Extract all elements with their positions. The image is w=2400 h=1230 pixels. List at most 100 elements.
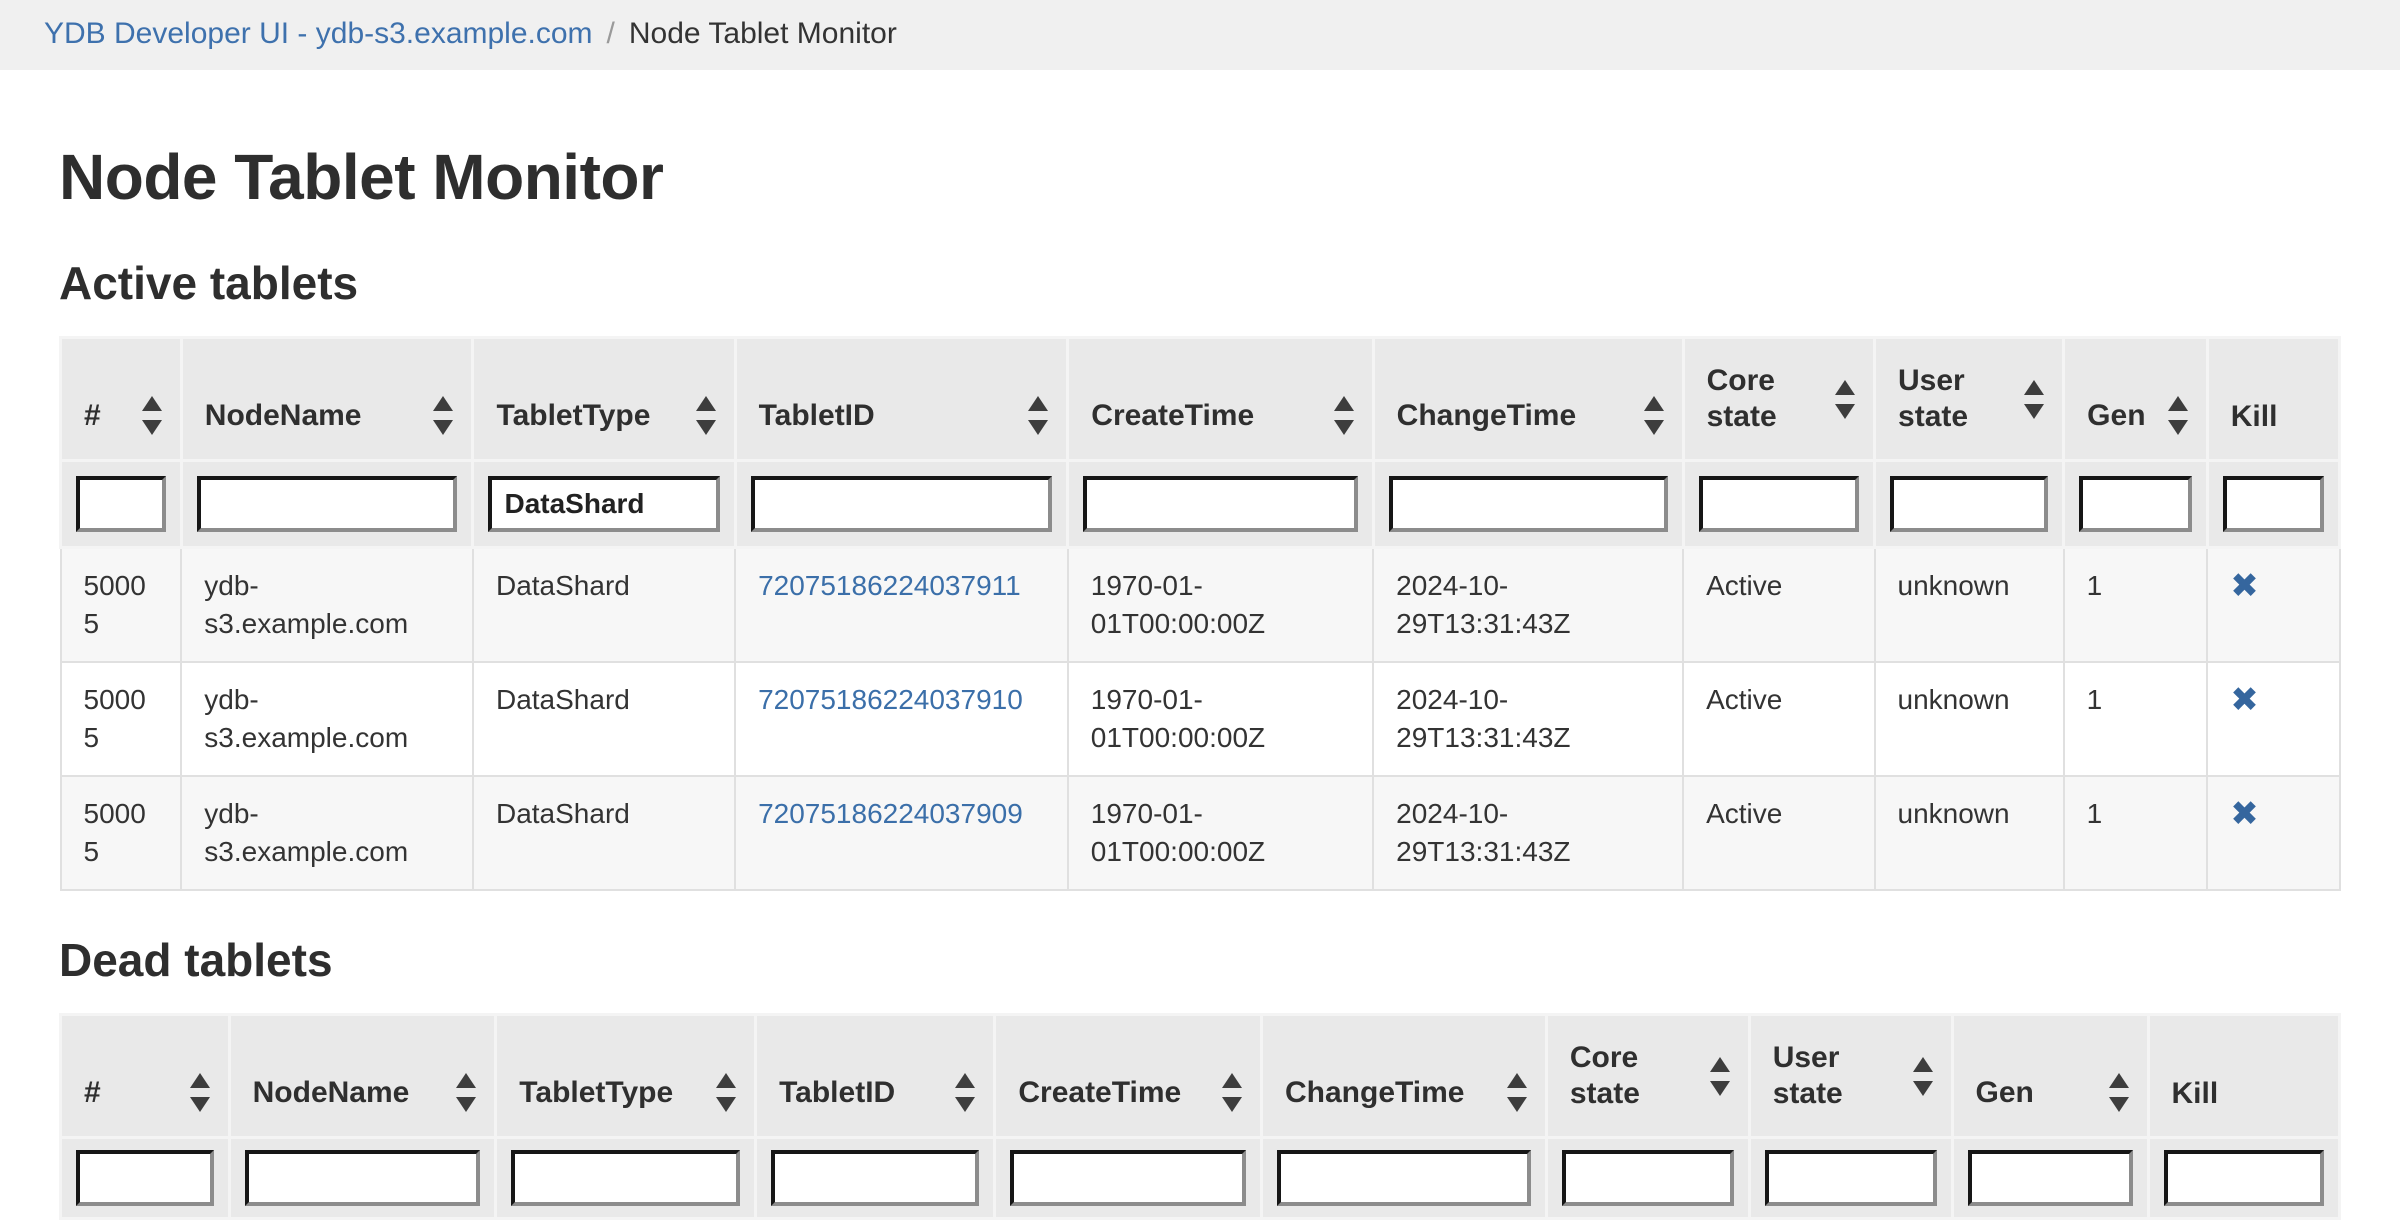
sort-icon	[2024, 380, 2044, 419]
cell-tablettype: DataShard	[473, 776, 735, 890]
filter-nodename-input[interactable]	[197, 476, 458, 532]
filter-changetime-input[interactable]	[1277, 1150, 1531, 1206]
kill-icon: ✖	[2230, 794, 2259, 834]
filter-nodename-input[interactable]	[245, 1150, 481, 1206]
sort-icon	[1913, 1057, 1933, 1096]
filter-kill-input[interactable]	[2223, 476, 2324, 532]
sort-icon	[1334, 396, 1354, 435]
breadcrumb-root-link[interactable]: YDB Developer UI - ydb-s3.example.com	[44, 17, 593, 50]
column-header-nodename[interactable]: NodeName	[229, 1015, 496, 1138]
column-header-kill: Kill	[2207, 338, 2339, 461]
column-header-tabletid[interactable]: TabletID	[756, 1015, 995, 1138]
column-header-userstate[interactable]: User state	[1749, 1015, 1952, 1138]
cell-tablettype: DataShard	[473, 548, 735, 663]
sort-icon	[696, 396, 716, 435]
sort-icon	[955, 1073, 975, 1112]
cell-tabletid: 72075186224037910	[735, 662, 1068, 776]
sort-icon	[433, 396, 453, 435]
filter-gen-input[interactable]	[2079, 476, 2192, 532]
cell-gen: 1	[2064, 548, 2208, 663]
cell-num: 50005	[61, 662, 182, 776]
column-header-kill: Kill	[2148, 1015, 2339, 1138]
cell-corestate: Active	[1683, 548, 1874, 663]
cell-nodename: ydb-s3.example.com	[181, 776, 473, 890]
column-header-num[interactable]: #	[61, 338, 182, 461]
filter-tablettype-input[interactable]	[488, 476, 719, 532]
filter-tabletid-input[interactable]	[771, 1150, 979, 1206]
column-header-tabletid[interactable]: TabletID	[735, 338, 1068, 461]
table-row: 50005 ydb-s3.example.com DataShard 72075…	[61, 662, 2340, 776]
cell-tabletid: 72075186224037911	[735, 548, 1068, 663]
sort-icon	[456, 1073, 476, 1112]
filter-corestate-input[interactable]	[1562, 1150, 1734, 1206]
cell-userstate: unknown	[1875, 662, 2064, 776]
cell-userstate: unknown	[1875, 548, 2064, 663]
filter-userstate-input[interactable]	[1890, 476, 2048, 532]
column-header-num[interactable]: #	[61, 1015, 230, 1138]
cell-createtime: 1970-01-01T00:00:00Z	[1068, 662, 1373, 776]
cell-kill: ✖	[2207, 776, 2339, 890]
sort-icon	[1710, 1057, 1730, 1096]
sort-icon	[1507, 1073, 1527, 1112]
column-header-nodename[interactable]: NodeName	[181, 338, 473, 461]
cell-changetime: 2024-10-29T13:31:43Z	[1373, 776, 1683, 890]
page-title: Node Tablet Monitor	[59, 140, 2341, 214]
active-tablets-heading: Active tablets	[59, 256, 2341, 310]
column-header-createtime[interactable]: CreateTime	[1068, 338, 1373, 461]
column-header-tablettype[interactable]: TabletType	[473, 338, 735, 461]
filter-corestate-input[interactable]	[1699, 476, 1859, 532]
filter-gen-input[interactable]	[1968, 1150, 2133, 1206]
column-header-userstate[interactable]: User state	[1875, 338, 2064, 461]
cell-num: 50005	[61, 776, 182, 890]
filter-changetime-input[interactable]	[1389, 476, 1668, 532]
active-filter-row	[61, 461, 2340, 548]
kill-icon: ✖	[2230, 680, 2259, 720]
table-row: 50005 ydb-s3.example.com DataShard 72075…	[61, 776, 2340, 890]
column-header-createtime[interactable]: CreateTime	[995, 1015, 1262, 1138]
filter-createtime-input[interactable]	[1010, 1150, 1246, 1206]
active-header-row: # NodeName TabletType TabletID CreateTim…	[61, 338, 2340, 461]
cell-kill: ✖	[2207, 548, 2339, 663]
breadcrumb-current: Node Tablet Monitor	[629, 17, 897, 50]
cell-createtime: 1970-01-01T00:00:00Z	[1068, 548, 1373, 663]
filter-num-input[interactable]	[76, 1150, 214, 1206]
tablet-id-link[interactable]: 72075186224037911	[758, 570, 1021, 601]
column-header-corestate[interactable]: Core state	[1683, 338, 1874, 461]
filter-kill-input[interactable]	[2164, 1150, 2324, 1206]
cell-changetime: 2024-10-29T13:31:43Z	[1373, 548, 1683, 663]
filter-tablettype-input[interactable]	[511, 1150, 740, 1206]
page: YDB Developer UI - ydb-s3.example.com/No…	[0, 0, 2400, 1230]
filter-tabletid-input[interactable]	[751, 476, 1053, 532]
column-header-changetime[interactable]: ChangeTime	[1373, 338, 1683, 461]
cell-createtime: 1970-01-01T00:00:00Z	[1068, 776, 1373, 890]
tablet-id-link[interactable]: 72075186224037910	[758, 684, 1023, 715]
cell-tablettype: DataShard	[473, 662, 735, 776]
cell-nodename: ydb-s3.example.com	[181, 662, 473, 776]
column-header-gen[interactable]: Gen	[1952, 1015, 2148, 1138]
kill-button[interactable]: ✖	[2230, 567, 2259, 612]
cell-changetime: 2024-10-29T13:31:43Z	[1373, 662, 1683, 776]
cell-num: 50005	[61, 548, 182, 663]
filter-userstate-input[interactable]	[1765, 1150, 1937, 1206]
kill-button[interactable]: ✖	[2230, 681, 2259, 726]
active-tablets-table: # NodeName TabletType TabletID CreateTim…	[59, 336, 2341, 891]
cell-tabletid: 72075186224037909	[735, 776, 1068, 890]
tablet-id-link[interactable]: 72075186224037909	[758, 798, 1023, 829]
breadcrumb: YDB Developer UI - ydb-s3.example.com/No…	[0, 0, 2400, 70]
cell-corestate: Active	[1683, 776, 1874, 890]
kill-button[interactable]: ✖	[2230, 795, 2259, 840]
cell-gen: 1	[2064, 662, 2208, 776]
column-header-corestate[interactable]: Core state	[1546, 1015, 1749, 1138]
column-header-changetime[interactable]: ChangeTime	[1262, 1015, 1547, 1138]
sort-icon	[1644, 396, 1664, 435]
column-header-tablettype[interactable]: TabletType	[496, 1015, 756, 1138]
breadcrumb-separator: /	[593, 17, 629, 50]
dead-filter-row	[61, 1138, 2340, 1219]
dead-tablets-heading: Dead tablets	[59, 933, 2341, 987]
filter-num-input[interactable]	[76, 476, 166, 532]
table-row: 50005 ydb-s3.example.com DataShard 72075…	[61, 548, 2340, 663]
column-header-gen[interactable]: Gen	[2064, 338, 2208, 461]
filter-createtime-input[interactable]	[1083, 476, 1357, 532]
sort-icon	[1222, 1073, 1242, 1112]
kill-icon: ✖	[2230, 566, 2259, 606]
